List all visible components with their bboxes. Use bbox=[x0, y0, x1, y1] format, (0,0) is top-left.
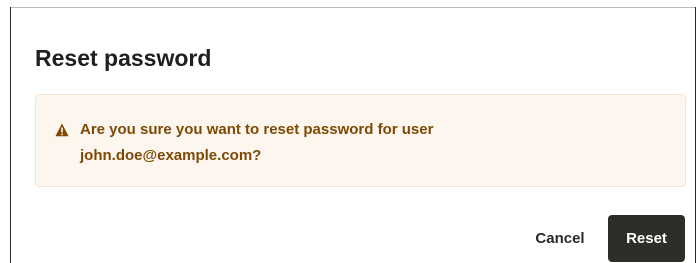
reset-button[interactable]: Reset bbox=[608, 215, 685, 262]
warning-message-box: Are you sure you want to reset password … bbox=[35, 94, 686, 187]
warning-message-line-2: john.doe@example.com? bbox=[80, 147, 262, 164]
warning-message: Are you sure you want to reset password … bbox=[80, 117, 640, 169]
dialog-top-divider bbox=[11, 7, 695, 8]
dialog-title: Reset password bbox=[35, 45, 212, 71]
reset-password-dialog: Reset password Are you sure you want to … bbox=[10, 7, 696, 263]
warning-triangle-icon bbox=[55, 123, 69, 137]
warning-message-line-1: Are you sure you want to reset password … bbox=[80, 121, 434, 138]
cancel-button[interactable]: Cancel bbox=[517, 215, 603, 262]
